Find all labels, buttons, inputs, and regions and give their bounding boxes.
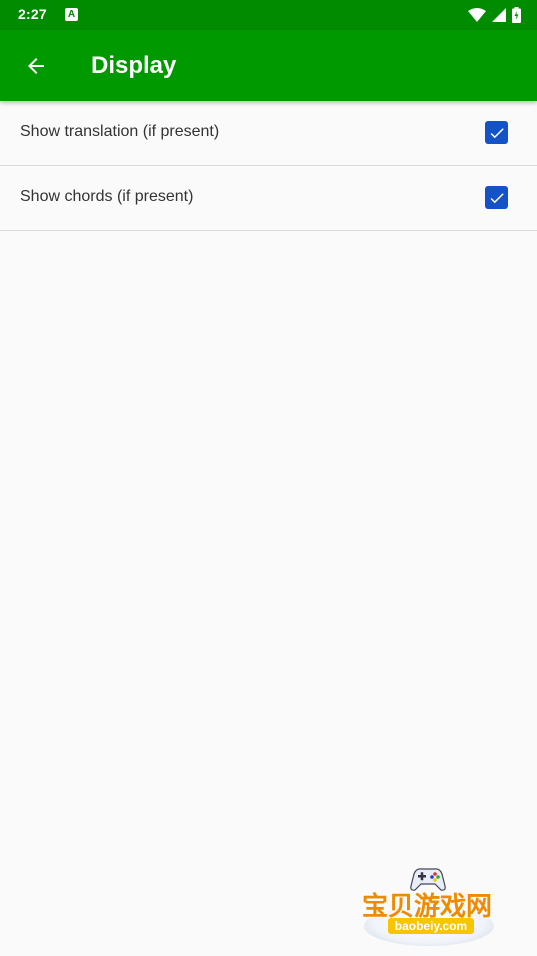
watermark-url: baobeiy.com [388, 918, 474, 934]
status-time: 2:27 [18, 6, 47, 22]
back-button[interactable] [14, 44, 58, 88]
check-icon [490, 127, 504, 138]
page-title: Display [91, 52, 177, 79]
signal-icon [492, 8, 506, 22]
watermark-logo: 宝贝游戏网 baobeiy.com [360, 862, 502, 950]
show-translation-checkbox[interactable] [485, 121, 508, 144]
pref-show-translation[interactable]: Show translation (if present) [0, 101, 537, 166]
arrow-back-icon [28, 58, 44, 74]
pref-label: Show chords (if present) [20, 188, 194, 205]
check-icon [490, 192, 504, 203]
show-chords-checkbox[interactable] [485, 186, 508, 209]
pref-show-chords[interactable]: Show chords (if present) [0, 166, 537, 231]
wifi-icon [468, 8, 486, 22]
app-notification-icon: A [65, 8, 78, 21]
pref-label: Show translation (if present) [20, 123, 220, 140]
settings-list: Show translation (if present) Show chord… [0, 101, 537, 231]
app-bar: Display [0, 30, 537, 101]
status-bar: 2:27 A [0, 0, 537, 30]
battery-charging-icon [512, 7, 521, 23]
status-icons [468, 6, 521, 24]
